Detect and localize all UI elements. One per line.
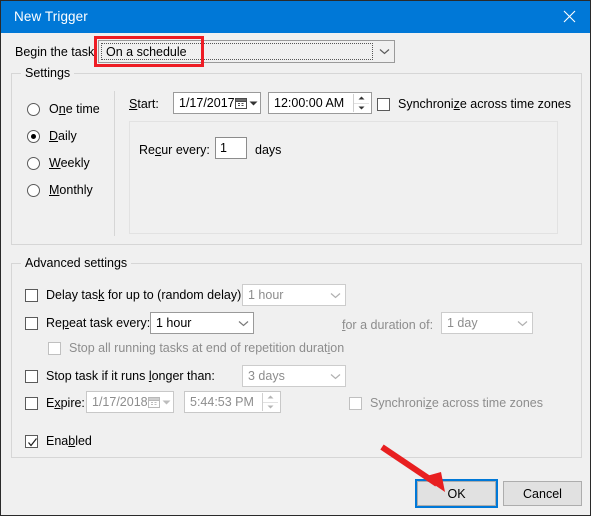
settings-group-title: Settings xyxy=(21,66,75,80)
chevron-down-icon xyxy=(330,373,341,379)
delay-task-checkbox[interactable]: Delay task for up to (random delay): xyxy=(25,287,245,303)
radio-indicator xyxy=(27,183,40,197)
radio-indicator xyxy=(27,129,40,143)
cancel-button[interactable]: Cancel xyxy=(503,481,582,506)
start-time-field[interactable]: 12:00:00 AM xyxy=(268,92,372,114)
radio-weekly-label: Weekly xyxy=(49,156,90,170)
spinner-down-icon[interactable] xyxy=(263,403,278,412)
expire-time-value: 5:44:53 PM xyxy=(190,395,254,409)
checkbox-indicator xyxy=(25,288,38,302)
stop-task-value: 3 days xyxy=(248,369,285,383)
spinner-up-icon[interactable] xyxy=(263,393,278,403)
title-bar: New Trigger xyxy=(1,1,590,33)
checkbox-indicator xyxy=(25,396,38,410)
expire-date-icons[interactable] xyxy=(147,396,175,408)
duration-value: 1 day xyxy=(447,316,478,330)
begin-task-label: Begin the task: xyxy=(15,45,98,59)
repeat-task-label: Repeat task every: xyxy=(46,316,151,330)
radio-daily[interactable]: Daily xyxy=(27,127,77,145)
chevron-down-icon xyxy=(330,292,341,298)
delay-task-dropdown-arrow[interactable] xyxy=(326,285,345,305)
delay-task-label: Delay task for up to (random delay): xyxy=(46,288,245,302)
expire-date-field[interactable]: 1/17/2018 xyxy=(86,391,174,413)
new-trigger-dialog: New Trigger Begin the task: On a schedul… xyxy=(0,0,591,516)
duration-dropdown-arrow[interactable] xyxy=(513,313,532,333)
checkmark-icon xyxy=(28,437,37,446)
recurrence-panel xyxy=(129,121,558,234)
radio-one-time[interactable]: One time xyxy=(27,100,100,118)
start-date-field[interactable]: 1/17/2017 xyxy=(173,92,261,114)
recur-every-input[interactable]: 1 xyxy=(215,137,247,159)
expire-sync-timezones-label: Synchronize across time zones xyxy=(370,396,544,410)
close-button[interactable] xyxy=(546,1,590,32)
begin-task-combobox[interactable]: On a schedule xyxy=(98,40,395,63)
stop-all-running-tasks-checkbox[interactable]: Stop all running tasks at end of repetit… xyxy=(48,340,344,356)
expire-time-field[interactable]: 5:44:53 PM xyxy=(184,391,281,413)
stop-task-checkbox[interactable]: Stop task if it runs longer than: xyxy=(25,368,215,384)
start-sync-timezones-label: Synchronize across time zones xyxy=(398,97,572,111)
radio-monthly[interactable]: Monthly xyxy=(27,181,93,199)
cancel-button-label: Cancel xyxy=(523,486,562,501)
recur-every-value: 1 xyxy=(220,141,227,155)
start-time-spinner[interactable] xyxy=(353,94,369,112)
advanced-settings-group-title: Advanced settings xyxy=(21,256,132,270)
expire-sync-timezones-checkbox[interactable]: Synchronize across time zones xyxy=(349,395,543,411)
checkbox-indicator xyxy=(25,369,38,383)
duration-label: for a duration of: xyxy=(342,318,434,332)
recur-unit-label: days xyxy=(255,143,282,157)
expire-time-spinner[interactable] xyxy=(262,393,278,411)
radio-indicator xyxy=(27,102,40,116)
enabled-label: Enabled xyxy=(46,434,92,448)
settings-divider xyxy=(114,91,115,236)
window-title: New Trigger xyxy=(14,9,88,24)
delay-task-value: 1 hour xyxy=(248,288,284,302)
ok-button-label: OK xyxy=(447,486,466,501)
spinner-down-icon[interactable] xyxy=(354,104,369,113)
radio-daily-label: Daily xyxy=(49,129,77,143)
repeat-task-dropdown[interactable]: 1 hour xyxy=(150,312,254,334)
checkbox-indicator xyxy=(25,434,38,448)
checkbox-indicator xyxy=(25,316,38,330)
start-date-value: 1/17/2017 xyxy=(179,96,235,110)
duration-dropdown[interactable]: 1 day xyxy=(441,312,533,334)
calendar-icon xyxy=(147,397,160,408)
radio-monthly-label: Monthly xyxy=(49,183,93,197)
begin-task-value: On a schedule xyxy=(101,43,373,60)
radio-one-time-label: One time xyxy=(49,102,100,116)
stop-all-running-tasks-label: Stop all running tasks at end of repetit… xyxy=(69,341,345,355)
chevron-down-icon xyxy=(238,320,249,326)
recur-every-label: Recur every: xyxy=(139,143,210,157)
close-icon xyxy=(563,10,575,23)
stop-task-dropdown[interactable]: 3 days xyxy=(242,365,346,387)
chevron-down-icon xyxy=(379,49,390,55)
delay-task-dropdown[interactable]: 1 hour xyxy=(242,284,346,306)
radio-weekly[interactable]: Weekly xyxy=(27,154,90,172)
calendar-icon xyxy=(234,98,247,109)
enabled-checkbox[interactable]: Enabled xyxy=(25,433,92,449)
repeat-task-checkbox[interactable]: Repeat task every: xyxy=(25,315,150,331)
stop-task-dropdown-arrow[interactable] xyxy=(326,366,345,386)
checkbox-indicator xyxy=(377,97,390,111)
chevron-down-icon xyxy=(162,400,171,404)
checkbox-indicator xyxy=(48,341,61,355)
expire-label: Expire: xyxy=(46,396,85,410)
radio-indicator xyxy=(27,156,40,170)
expire-date-value: 1/17/2018 xyxy=(92,395,148,409)
chevron-down-icon xyxy=(517,320,528,326)
stop-task-label: Stop task if it runs longer than: xyxy=(46,369,215,383)
start-date-icons[interactable] xyxy=(234,97,262,109)
expire-checkbox[interactable]: Expire: xyxy=(25,395,85,411)
repeat-task-value: 1 hour xyxy=(156,316,192,330)
begin-task-dropdown-arrow[interactable] xyxy=(375,41,394,62)
start-sync-timezones-checkbox[interactable]: Synchronize across time zones xyxy=(377,96,571,112)
chevron-down-icon xyxy=(249,101,258,105)
checkbox-indicator xyxy=(349,396,362,410)
start-label: Start: xyxy=(129,97,159,111)
repeat-task-dropdown-arrow[interactable] xyxy=(234,313,253,333)
start-time-value: 12:00:00 AM xyxy=(274,96,345,110)
ok-button[interactable]: OK xyxy=(417,481,496,506)
spinner-up-icon[interactable] xyxy=(354,94,369,104)
